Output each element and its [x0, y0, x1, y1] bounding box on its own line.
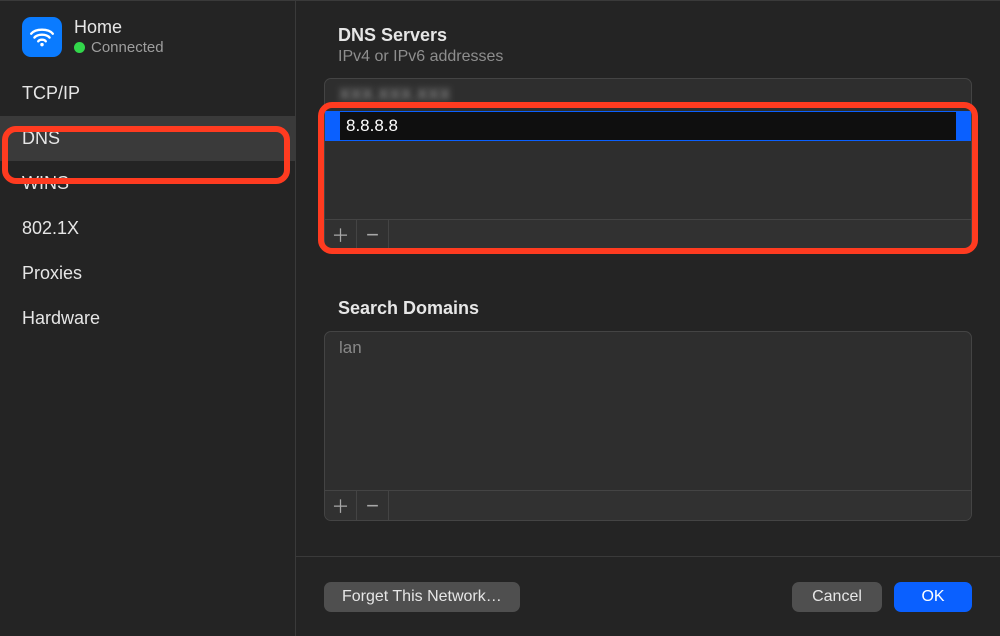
- nav-item-wins[interactable]: WINS: [0, 161, 295, 206]
- nav-item-dns[interactable]: DNS: [0, 116, 295, 161]
- dns-section-title: DNS Servers: [338, 25, 972, 46]
- nav-item-proxies[interactable]: Proxies: [0, 251, 295, 296]
- dns-list-footer: ＋ −: [325, 219, 971, 249]
- search-domains-footer: ＋ −: [325, 490, 971, 520]
- remove-search-domain-button[interactable]: −: [357, 491, 389, 521]
- search-domains-box: lan ＋ −: [324, 331, 972, 521]
- network-header: Home Connected: [0, 11, 295, 71]
- main-panel: DNS Servers IPv4 or IPv6 addresses XXX.X…: [296, 1, 1000, 636]
- search-domains-section: Search Domains lan ＋ −: [324, 298, 972, 521]
- dns-server-row-redacted[interactable]: XXX.XXX.XXX: [325, 79, 971, 111]
- network-settings-window: Home Connected TCP/IP DNS WINS 802.1X Pr…: [0, 0, 1000, 636]
- dns-servers-box: XXX.XXX.XXX 8.8.8.8 ＋ −: [324, 78, 972, 250]
- connection-status: Connected: [74, 39, 164, 56]
- nav-item-hardware[interactable]: Hardware: [0, 296, 295, 341]
- nav-item-8021x[interactable]: 802.1X: [0, 206, 295, 251]
- search-domains-rows: lan: [325, 332, 971, 490]
- wifi-icon: [22, 17, 62, 57]
- forget-network-button[interactable]: Forget This Network…: [324, 582, 520, 612]
- nav-item-tcpip[interactable]: TCP/IP: [0, 71, 295, 116]
- connection-status-text: Connected: [91, 39, 164, 56]
- sidebar: Home Connected TCP/IP DNS WINS 802.1X Pr…: [0, 1, 296, 636]
- footer-bar: Forget This Network… Cancel OK: [296, 556, 1000, 636]
- dns-box-wrap: XXX.XXX.XXX 8.8.8.8 ＋ −: [324, 66, 972, 250]
- network-name: Home: [74, 18, 164, 38]
- cancel-button[interactable]: Cancel: [792, 582, 882, 612]
- add-search-domain-button[interactable]: ＋: [325, 491, 357, 521]
- status-dot-icon: [74, 42, 85, 53]
- ok-button[interactable]: OK: [894, 582, 972, 612]
- dns-server-row-editing[interactable]: 8.8.8.8: [325, 111, 971, 141]
- dns-section-subtitle: IPv4 or IPv6 addresses: [338, 48, 972, 66]
- remove-dns-button[interactable]: −: [357, 220, 389, 250]
- dns-servers-rows: XXX.XXX.XXX 8.8.8.8: [325, 79, 971, 219]
- search-domains-title: Search Domains: [338, 298, 972, 319]
- nav-list: TCP/IP DNS WINS 802.1X Proxies Hardware: [0, 71, 295, 341]
- dns-server-input[interactable]: 8.8.8.8: [339, 111, 957, 141]
- search-domain-row[interactable]: lan: [325, 332, 971, 364]
- add-dns-button[interactable]: ＋: [325, 220, 357, 250]
